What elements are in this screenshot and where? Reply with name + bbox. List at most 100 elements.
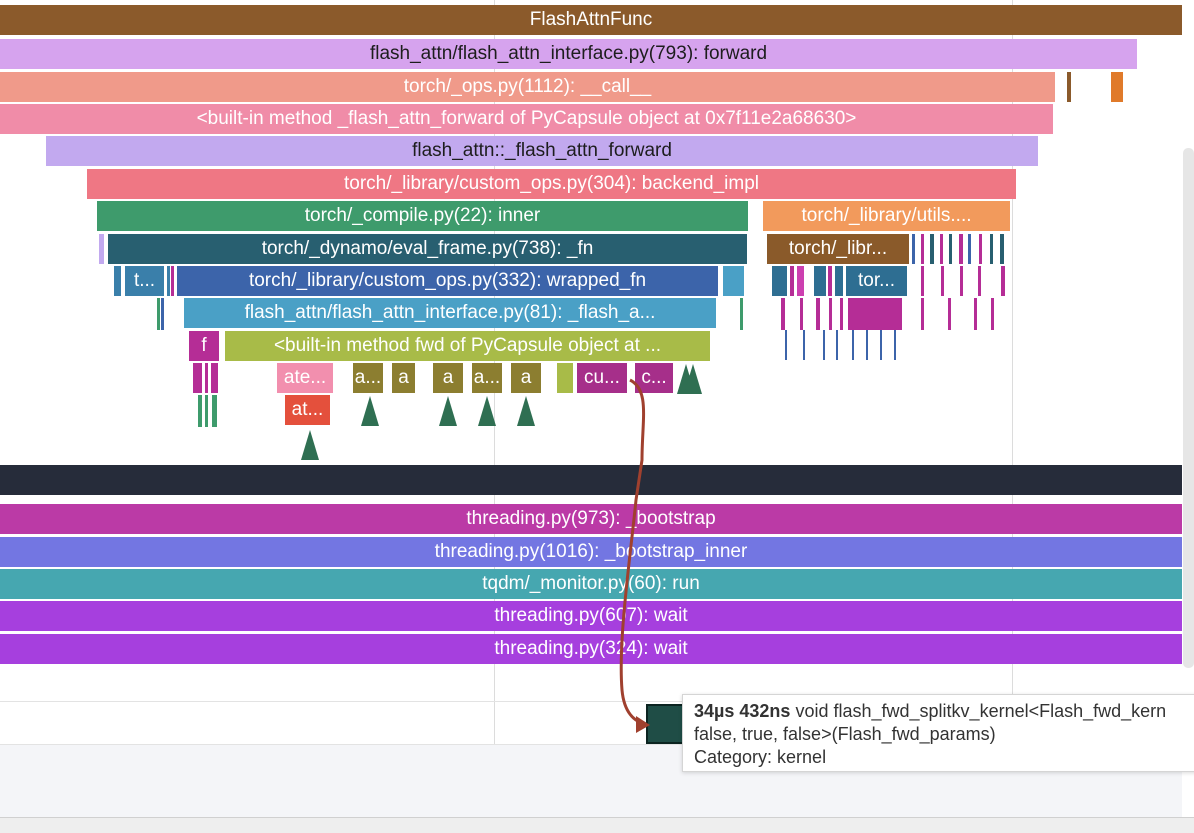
slice-flash-attn-forward-op[interactable]: flash_attn::_flash_attn_forward [46,136,1038,166]
slice-a-5[interactable]: a [511,363,541,393]
slice-tick[interactable] [723,266,744,296]
slice-cu[interactable]: cu... [577,363,627,393]
slice-a-2[interactable]: a [392,363,415,393]
slice-tick[interactable] [960,266,963,296]
slice-tick[interactable] [829,298,832,330]
slice-builtin-fwd[interactable]: <built-in method fwd of PyCapsule object… [225,331,710,361]
track-separator [0,465,1182,495]
tooltip-duration: 34µs 432ns [694,701,791,721]
slice-tick[interactable] [114,266,121,296]
slice-tick[interactable] [912,234,915,264]
slice-tick[interactable] [836,330,838,360]
slice-tick[interactable] [894,330,896,360]
slice-tick[interactable] [828,266,832,296]
slice-tick[interactable] [1067,72,1071,102]
tooltip-name-cont: false, true, false>(Flash_fwd_params) [694,724,996,744]
slice-tick[interactable] [991,298,994,330]
slice-tick[interactable] [921,298,924,330]
flow-arrow-icon[interactable] [361,396,379,426]
flow-arrow-icon[interactable] [478,396,496,426]
slice-tick[interactable] [212,395,217,427]
slice-a-1[interactable]: a... [353,363,383,393]
slice-tick[interactable] [797,266,804,296]
slice-tick[interactable] [823,330,825,360]
slice-tick[interactable] [959,234,963,264]
slice-tick[interactable] [990,234,993,264]
slice-wait-324[interactable]: threading.py(324): wait [0,634,1182,664]
slice-tick[interactable] [880,330,882,360]
slice-tick[interactable] [790,266,794,296]
slice-compile-inner[interactable]: torch/_compile.py(22): inner [97,201,748,231]
slice-f[interactable]: f [189,331,219,361]
slice-tick[interactable] [557,363,573,393]
slice-tick[interactable] [772,266,787,296]
slice-tick[interactable] [171,266,174,296]
slice-eval-frame-fn[interactable]: torch/_dynamo/eval_frame.py(738): _fn [108,234,747,264]
slice-tick[interactable] [930,234,934,264]
slice-tick[interactable] [940,234,943,264]
slice-t[interactable]: t... [125,266,164,296]
slice-builtin-flash-attn-forward[interactable]: <built-in method _flash_attn_forward of … [0,104,1053,134]
slice-tick[interactable] [803,330,805,360]
kernel-slice[interactable] [646,704,686,744]
slice-tick[interactable] [193,363,202,393]
slice-tick[interactable] [848,298,902,330]
slice-tick[interactable] [1111,72,1123,102]
flow-arrow-icon[interactable] [517,396,535,426]
slice-tick[interactable] [1000,234,1004,264]
slice-tick[interactable] [205,363,208,393]
slice-tick[interactable] [157,298,160,330]
slice-tick[interactable] [948,298,951,330]
slice-wrapped-fn[interactable]: torch/_library/custom_ops.py(332): wrapp… [177,266,718,296]
slice-tick[interactable] [921,234,924,264]
slice-tick[interactable] [167,266,170,296]
slice-tick[interactable] [941,266,944,296]
tooltip-category: Category: kernel [694,747,827,767]
slice-tick[interactable] [921,266,924,296]
flow-arrow-icon[interactable] [439,396,457,426]
slice-tick[interactable] [1001,266,1005,296]
slice-wait-607[interactable]: threading.py(607): wait [0,601,1182,631]
slice-tick[interactable] [814,266,826,296]
slice-tick[interactable] [840,298,843,330]
slice-tick[interactable] [816,298,820,330]
slice-bootstrap[interactable]: threading.py(973): _bootstrap [0,504,1182,534]
slice-tick[interactable] [800,298,803,330]
slice-tick[interactable] [852,330,854,360]
slice-forward[interactable]: flash_attn/flash_attn_interface.py(793):… [0,39,1137,69]
slice-a-4[interactable]: a... [472,363,502,393]
slice-tick[interactable] [198,395,202,427]
slice-tick[interactable] [211,363,218,393]
slice-tooltip: 34µs 432ns void flash_fwd_splitkv_kernel… [682,694,1194,772]
slice-backend-impl[interactable]: torch/_library/custom_ops.py(304): backe… [87,169,1016,199]
slice-tick[interactable] [161,298,164,330]
slice-a-3[interactable]: a [433,363,463,393]
slice-tor[interactable]: tor... [846,266,907,296]
slice-tick[interactable] [740,298,743,330]
slice-ate[interactable]: ate... [277,363,333,393]
slice-tick[interactable] [974,298,977,330]
slice-at[interactable]: at... [285,395,330,425]
slice-bootstrap-inner[interactable]: threading.py(1016): _bootstrap_inner [0,537,1182,567]
slice-ops-call[interactable]: torch/_ops.py(1112): __call__ [0,72,1055,102]
slice-c[interactable]: c... [635,363,673,393]
bottom-status-bar [0,817,1194,833]
slice-tick[interactable] [949,234,952,264]
slice-tick[interactable] [835,266,843,296]
flow-arrow-icon[interactable] [684,364,702,394]
slice-tick[interactable] [785,330,787,360]
slice-torch-libr[interactable]: torch/_libr... [767,234,909,264]
slice-flash-attn-interface-81[interactable]: flash_attn/flash_attn_interface.py(81): … [184,298,716,328]
slice-tick[interactable] [978,266,981,296]
slice-tick[interactable] [866,330,868,360]
slice-tick[interactable] [968,234,971,264]
slice-flashattnfunc[interactable]: FlashAttnFunc [0,5,1182,35]
slice-monitor-run[interactable]: tqdm/_monitor.py(60): run [0,569,1182,599]
slice-tick[interactable] [781,298,785,330]
slice-tick[interactable] [99,234,104,264]
slice-tick[interactable] [205,395,208,427]
slice-library-utils[interactable]: torch/_library/utils.... [763,201,1010,231]
slice-tick[interactable] [979,234,982,264]
flow-arrow-icon[interactable] [301,430,319,460]
vertical-scrollbar[interactable] [1183,148,1194,668]
